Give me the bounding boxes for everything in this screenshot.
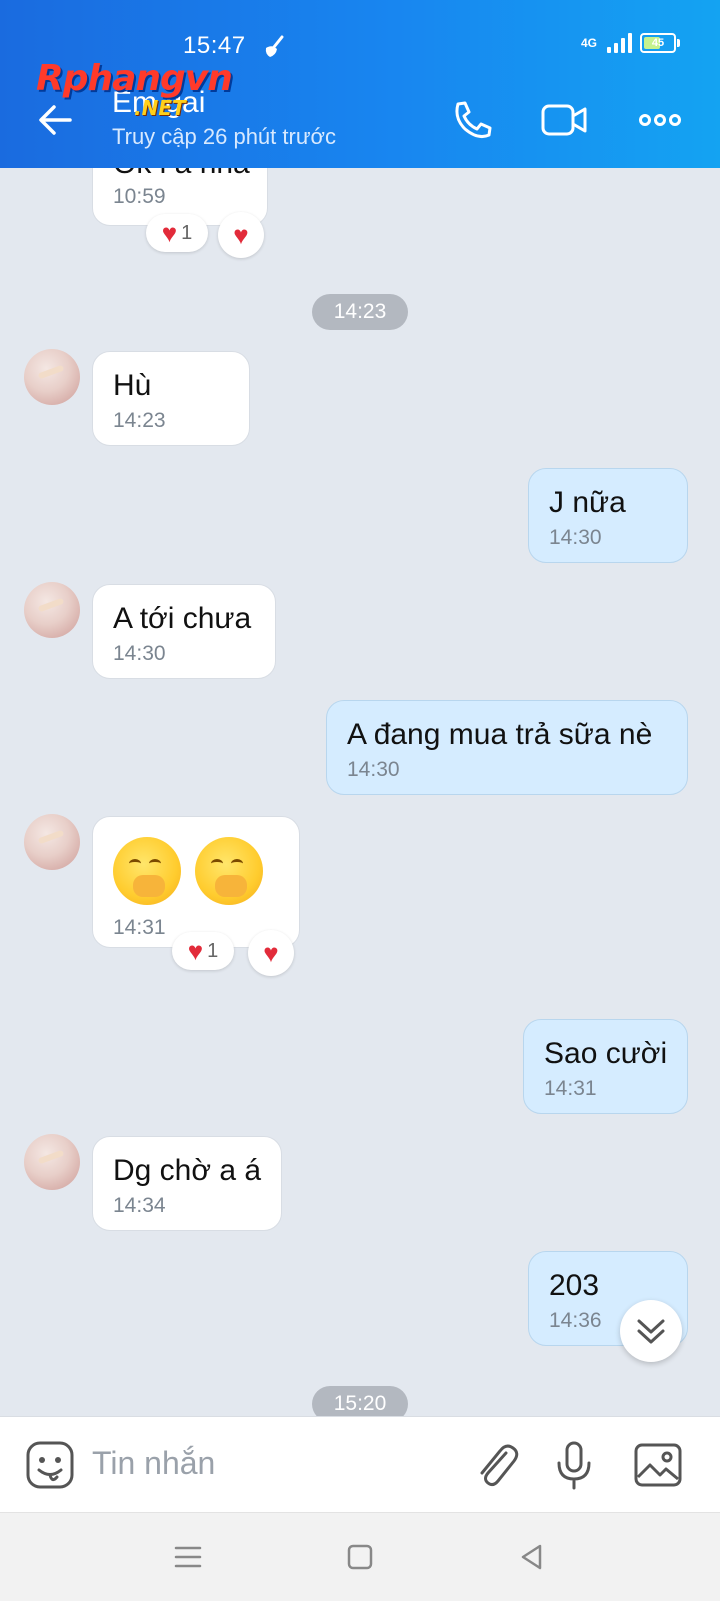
message-time: 14:30 bbox=[549, 526, 602, 549]
system-nav-bar bbox=[0, 1512, 720, 1601]
message-bubble-incoming[interactable]: Dg chờ a á 14:34 bbox=[92, 1136, 282, 1231]
paperclip-icon[interactable] bbox=[470, 1439, 522, 1491]
message-text: 203 bbox=[549, 1269, 600, 1302]
watermark-logo: Rphangvn bbox=[36, 58, 233, 99]
message-bubble-incoming[interactable]: 14:31 bbox=[92, 816, 300, 948]
message-text: Ok l a nha bbox=[113, 168, 250, 179]
battery-icon: 45 bbox=[640, 33, 680, 53]
image-gallery-icon[interactable] bbox=[632, 1439, 684, 1491]
face-with-hand-over-mouth-icon bbox=[195, 837, 263, 905]
message-bubble-outgoing[interactable]: J nữa 14:30 bbox=[528, 468, 688, 563]
broom-icon bbox=[265, 35, 284, 57]
more-options-icon[interactable] bbox=[636, 98, 684, 142]
reaction-count-value: 1 bbox=[181, 221, 193, 244]
signal-icon bbox=[607, 33, 632, 53]
network-type: 4G bbox=[580, 36, 597, 50]
reaction-count-value: 1 bbox=[207, 939, 219, 962]
time-separator: 15:20 bbox=[312, 1386, 408, 1416]
message-time: 14:31 bbox=[544, 1077, 597, 1100]
message-text: A tới chưa bbox=[113, 602, 252, 635]
heart-icon: ♥ bbox=[187, 936, 204, 966]
home-square-icon[interactable] bbox=[342, 1539, 378, 1575]
status-indicators: 4G 45 bbox=[580, 33, 680, 53]
heart-icon: ♥ bbox=[233, 220, 249, 250]
message-input-bar: Tin nhắn bbox=[0, 1416, 720, 1513]
back-arrow-icon[interactable] bbox=[36, 100, 76, 140]
add-reaction-button[interactable]: ♥ bbox=[248, 930, 294, 976]
message-bubble-incoming[interactable]: A tới chưa 14:30 bbox=[92, 584, 276, 679]
heart-icon: ♥ bbox=[161, 218, 178, 248]
message-time: 14:23 bbox=[113, 409, 166, 432]
avatar[interactable] bbox=[24, 814, 80, 870]
video-call-icon[interactable] bbox=[540, 98, 588, 142]
menu-icon[interactable] bbox=[170, 1539, 206, 1575]
message-text: Sao cười bbox=[544, 1037, 668, 1070]
double-chevron-down-icon bbox=[637, 1319, 665, 1344]
back-triangle-icon[interactable] bbox=[514, 1539, 550, 1575]
message-time: 14:34 bbox=[113, 1194, 166, 1217]
time-separator: 14:23 bbox=[312, 294, 408, 330]
scroll-to-bottom-button[interactable] bbox=[620, 1300, 682, 1362]
phone-call-icon[interactable] bbox=[448, 98, 496, 142]
avatar[interactable] bbox=[24, 1134, 80, 1190]
face-with-hand-over-mouth-icon bbox=[113, 837, 181, 905]
message-text: Dg chờ a á bbox=[113, 1154, 262, 1187]
message-text: A đang mua trả sữa nè bbox=[347, 718, 653, 751]
message-input[interactable]: Tin nhắn bbox=[92, 1445, 215, 1482]
status-time: 15:47 bbox=[183, 32, 246, 59]
avatar[interactable] bbox=[24, 349, 80, 405]
last-seen-status: Truy cập 26 phút trước bbox=[112, 124, 336, 149]
reaction-count[interactable]: ♥ 1 bbox=[172, 932, 234, 970]
message-bubble-incoming[interactable]: Hù 14:23 bbox=[92, 351, 250, 446]
battery-level: 45 bbox=[651, 37, 665, 49]
reaction-count[interactable]: ♥ 1 bbox=[146, 214, 208, 252]
message-bubble-outgoing[interactable]: A đang mua trả sữa nè 14:30 bbox=[326, 700, 688, 795]
message-time: 10:59 bbox=[113, 185, 166, 208]
message-text: J nữa bbox=[549, 486, 626, 519]
watermark-logo-suffix: .NET bbox=[134, 96, 186, 120]
message-time: 14:30 bbox=[113, 642, 166, 665]
message-time: 14:30 bbox=[347, 758, 400, 781]
add-reaction-button[interactable]: ♥ bbox=[218, 212, 264, 258]
message-text: Hù bbox=[113, 369, 152, 402]
message-list[interactable]: Ok l a nha 10:59 ♥ 1 ♥ 14:23 Hù 14:23 J … bbox=[0, 168, 720, 1416]
emoji-row bbox=[113, 837, 279, 910]
sticker-emoji-icon[interactable] bbox=[24, 1439, 76, 1491]
heart-icon: ♥ bbox=[263, 938, 279, 968]
avatar[interactable] bbox=[24, 582, 80, 638]
top-bar: 15:47 4G 45 Em gai Truy cập 26 phút trướ… bbox=[0, 0, 720, 168]
message-bubble-outgoing[interactable]: Sao cười 14:31 bbox=[523, 1019, 688, 1114]
microphone-icon[interactable] bbox=[548, 1439, 600, 1491]
